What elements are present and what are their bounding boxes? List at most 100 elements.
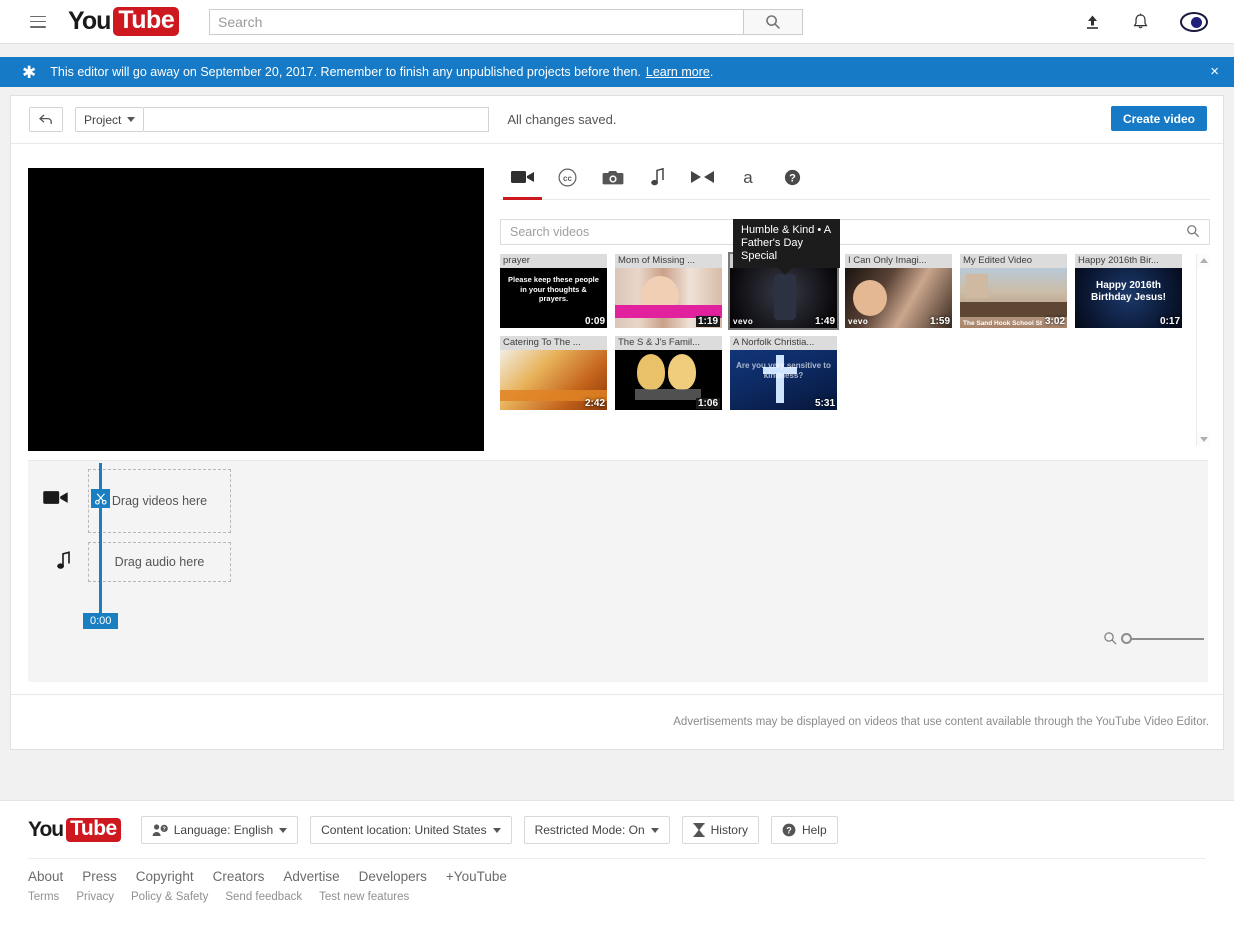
footer-logo-you-text: You bbox=[28, 819, 63, 840]
footer-link-copyright[interactable]: Copyright bbox=[136, 869, 194, 884]
notice-period: . bbox=[710, 65, 713, 79]
footer-link-test-new-features[interactable]: Test new features bbox=[319, 891, 409, 903]
svg-text:?: ? bbox=[162, 827, 165, 833]
footer-link-privacy[interactable]: Privacy bbox=[76, 891, 114, 903]
create-video-button[interactable]: Create video bbox=[1111, 106, 1207, 131]
history-button[interactable]: History bbox=[682, 816, 759, 844]
language-button[interactable]: ? Language: English bbox=[141, 816, 298, 844]
zoom-slider-track[interactable] bbox=[1126, 638, 1204, 640]
tab-audio[interactable] bbox=[635, 155, 680, 199]
video-tooltip: Humble & Kind • A Father's Day Special bbox=[733, 219, 840, 268]
content-location-button-label: Content location: United States bbox=[321, 823, 486, 837]
tab-photos[interactable] bbox=[590, 155, 635, 199]
search-button[interactable] bbox=[743, 9, 803, 35]
vevo-badge: vevo bbox=[848, 317, 868, 326]
audio-dropzone[interactable]: Drag audio here bbox=[88, 542, 231, 582]
bell-icon[interactable] bbox=[1132, 13, 1149, 31]
video-thumbnail[interactable]: Please keep these people in your thought… bbox=[500, 268, 607, 328]
search-bar bbox=[209, 9, 803, 35]
video-thumbnail[interactable]: 1:19 bbox=[615, 268, 722, 328]
list-item[interactable]: My Edited Video The Sand Hook School St … bbox=[960, 254, 1067, 328]
question-mark-icon: ? bbox=[784, 169, 801, 186]
close-icon[interactable]: × bbox=[1210, 64, 1219, 79]
notice-text: This editor will go away on September 20… bbox=[50, 65, 641, 79]
video-duration: 0:09 bbox=[585, 316, 605, 327]
logo-you-text: You bbox=[68, 9, 110, 34]
project-title-input[interactable] bbox=[144, 107, 489, 132]
hamburger-icon[interactable] bbox=[30, 16, 46, 28]
deprecation-notice-bar: ✱ This editor will go away on September … bbox=[0, 57, 1234, 87]
footer-link-terms[interactable]: Terms bbox=[28, 891, 59, 903]
tab-help[interactable]: ? bbox=[770, 155, 815, 199]
footer-link-plus-youtube[interactable]: +YouTube bbox=[446, 869, 507, 884]
playhead[interactable] bbox=[99, 463, 102, 621]
video-thumbnail[interactable]: Happy 2016th Birthday Jesus! 0:17 bbox=[1075, 268, 1182, 328]
split-button[interactable] bbox=[91, 489, 110, 508]
video-results-scroll-area: Humble & Kind • A Father's Day Special p… bbox=[500, 254, 1210, 446]
tab-creative-commons[interactable]: cc bbox=[545, 155, 590, 199]
video-title: The S & J's Famil... bbox=[615, 336, 722, 350]
footer-primary-links: About Press Copyright Creators Advertise… bbox=[0, 869, 1234, 884]
footer-link-advertise[interactable]: Advertise bbox=[283, 869, 339, 884]
scrollbar-track[interactable] bbox=[1197, 268, 1210, 432]
restricted-mode-button[interactable]: Restricted Mode: On bbox=[524, 816, 670, 844]
tab-transitions[interactable] bbox=[680, 155, 725, 199]
list-item[interactable]: Happy 2016th Bir... Happy 2016th Birthda… bbox=[1075, 254, 1182, 328]
footer-link-press[interactable]: Press bbox=[82, 869, 117, 884]
video-thumbnail[interactable]: vevo 1:59 bbox=[845, 268, 952, 328]
thumbnail-band bbox=[960, 302, 1067, 317]
video-thumbnail[interactable]: 1:06 bbox=[615, 350, 722, 410]
footer-link-developers[interactable]: Developers bbox=[359, 869, 427, 884]
video-thumbnail[interactable]: vevo 1:49 bbox=[730, 268, 837, 328]
list-item[interactable]: prayer Please keep these people in your … bbox=[500, 254, 607, 328]
thumbnail-art bbox=[966, 274, 988, 298]
video-thumbnail[interactable]: Are you very sensitive to kindness? 5:31 bbox=[730, 350, 837, 410]
magnifier-icon bbox=[1103, 631, 1118, 646]
svg-text:cc: cc bbox=[563, 174, 572, 183]
search-icon bbox=[1186, 224, 1200, 238]
help-button[interactable]: ? Help bbox=[771, 816, 838, 844]
footer-link-policy-safety[interactable]: Policy & Safety bbox=[131, 891, 208, 903]
avatar[interactable] bbox=[1180, 12, 1208, 32]
list-item[interactable]: Mom of Missing ... 1:19 bbox=[615, 254, 722, 328]
search-input[interactable] bbox=[209, 9, 743, 35]
upload-icon[interactable] bbox=[1084, 14, 1101, 31]
media-search-button[interactable] bbox=[1177, 224, 1209, 241]
content-location-button[interactable]: Content location: United States bbox=[310, 816, 511, 844]
video-thumbnail[interactable]: The Sand Hook School St 3:02 bbox=[960, 268, 1067, 328]
back-button[interactable] bbox=[29, 107, 63, 132]
video-title: Mom of Missing ... bbox=[615, 254, 722, 268]
zoom-slider-handle[interactable] bbox=[1121, 633, 1132, 644]
transition-bowtie-icon bbox=[691, 170, 715, 184]
list-item[interactable]: I Can Only Imagi... vevo 1:59 bbox=[845, 254, 952, 328]
chevron-down-icon bbox=[651, 828, 659, 833]
list-item[interactable]: Catering To The ... 2:42 bbox=[500, 336, 607, 410]
footer-link-about[interactable]: About bbox=[28, 869, 63, 884]
footer-link-creators[interactable]: Creators bbox=[213, 869, 265, 884]
chevron-down-icon[interactable] bbox=[1197, 432, 1210, 446]
person-question-icon: ? bbox=[152, 823, 168, 837]
tab-video[interactable] bbox=[500, 155, 545, 199]
results-scrollbar[interactable] bbox=[1196, 254, 1210, 446]
list-item[interactable]: A Norfolk Christia... Are you very sensi… bbox=[730, 336, 837, 410]
avatar-inner-dot bbox=[1191, 17, 1202, 28]
advertisement-note: Advertisements may be displayed on video… bbox=[11, 694, 1225, 749]
footer-link-send-feedback[interactable]: Send feedback bbox=[225, 891, 302, 903]
list-item[interactable]: The S & J's Famil... 1:06 bbox=[615, 336, 722, 410]
footer-youtube-logo[interactable]: You Tube bbox=[28, 818, 121, 842]
project-dropdown-button[interactable]: Project bbox=[75, 107, 144, 132]
video-preview-player[interactable] bbox=[28, 168, 484, 451]
thumbnail-caption: Happy 2016th Birthday Jesus! bbox=[1075, 280, 1182, 304]
video-thumbnail[interactable]: 2:42 bbox=[500, 350, 607, 410]
help-button-label: Help bbox=[802, 823, 827, 837]
save-status-text: All changes saved. bbox=[507, 112, 616, 127]
thumbnail-band bbox=[635, 389, 701, 400]
youtube-logo[interactable]: You Tube bbox=[68, 7, 179, 35]
tab-text[interactable]: a bbox=[725, 155, 770, 199]
star-icon: ✱ bbox=[22, 64, 36, 81]
project-toolbar: Project All changes saved. Create video bbox=[11, 96, 1223, 144]
footer-logo-tube-text: Tube bbox=[66, 818, 121, 842]
learn-more-link[interactable]: Learn more bbox=[646, 65, 710, 79]
back-arrow-icon bbox=[39, 114, 54, 126]
chevron-up-icon[interactable] bbox=[1197, 254, 1210, 268]
